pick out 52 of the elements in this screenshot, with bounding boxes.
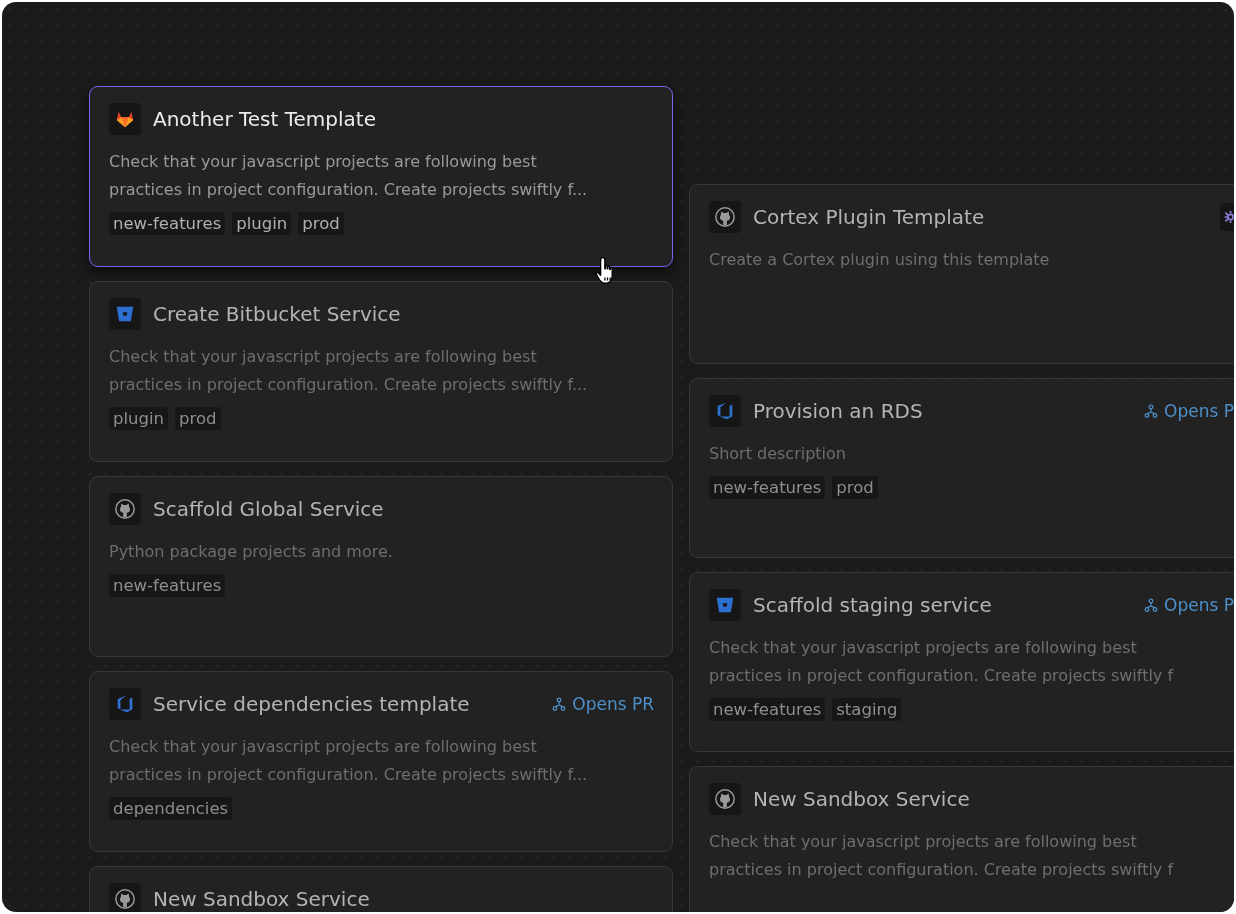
tag-chip: new-features: [109, 574, 226, 597]
template-description: Check that your javascript projects are following best practices in project configuration. Create projects swiftly f...: [109, 151, 589, 201]
template-title: New Sandbox Service: [753, 788, 971, 810]
template-description: Create a Cortex plugin using this template: [709, 249, 1051, 271]
bucket-icon: [109, 298, 141, 330]
template-card[interactable]: Scaffold staging service Opens P Check that your javascript projects are following best practices in project configuration. Create projects swiftly f new-features staging: [689, 572, 1234, 752]
template-card[interactable]: Provision an RDS Opens P Short description new-features prod: [689, 378, 1234, 558]
template-card[interactable]: Scaffold Global Service Python package projects and more. new-features: [89, 476, 673, 657]
fox-icon: [109, 103, 141, 135]
tag-chip: new-features: [709, 698, 826, 721]
template-title: Scaffold staging service: [753, 594, 993, 616]
branch-icon: [1144, 404, 1159, 418]
cat-icon: [109, 493, 141, 525]
opens-pr-label: Opens P: [1144, 401, 1234, 421]
template-title: Cortex Plugin Template: [753, 206, 986, 228]
template-title: Another Test Template: [153, 108, 377, 130]
template-card[interactable]: Cortex Plugin Template Create a Cortex plugin using this template: [689, 184, 1234, 364]
tag-chip: new-features: [709, 476, 826, 499]
branch-icon: [1144, 598, 1159, 612]
template-card[interactable]: New Sandbox Service Check that your javascript projects are following best practices in project configuration. Create projects swiftly f: [689, 766, 1234, 912]
tag-chip: staging: [832, 698, 902, 721]
devops-icon: [109, 688, 141, 720]
tag-chip: prod: [175, 407, 221, 430]
tag-chip: prod: [832, 476, 878, 499]
cat-icon: [109, 883, 141, 912]
tag-chip: prod: [298, 212, 344, 235]
template-card[interactable]: Another Test Template Check that your javascript projects are following best practices in project configuration. Create projects swiftly f... new-features plugin prod: [89, 86, 673, 267]
tag-chip: dependencies: [109, 797, 233, 820]
tag-chip: plugin: [109, 407, 169, 430]
template-card[interactable]: Service dependencies template Opens PR Check that your javascript projects are following best practices in project configuration. Create projects swiftly f... dependencies: [89, 671, 673, 852]
template-title: Service dependencies template: [153, 693, 471, 715]
template-description: Python package projects and more.: [109, 541, 394, 563]
bucket-icon: [709, 589, 741, 621]
cat-icon: [709, 783, 741, 815]
devops-icon: [709, 395, 741, 427]
template-card[interactable]: Create Bitbucket Service Check that your javascript projects are following best practices in project configuration. Create projects swiftly f... plugin prod: [89, 281, 673, 462]
cat-icon: [709, 201, 741, 233]
template-title: Provision an RDS: [753, 400, 924, 422]
template-title: Scaffold Global Service: [153, 498, 385, 520]
template-description: Check that your javascript projects are following best practices in project configuration. Create projects swiftly f: [709, 637, 1175, 687]
tag-chip: new-features: [109, 212, 226, 235]
template-description: Short description: [709, 443, 847, 465]
template-description: Check that your javascript projects are following best practices in project configuration. Create projects swiftly f...: [109, 736, 589, 786]
template-description: Check that your javascript projects are following best practices in project configuration. Create projects swiftly f: [709, 831, 1175, 881]
template-card[interactable]: New Sandbox Service: [89, 866, 673, 912]
branch-icon: [552, 697, 567, 711]
template-description: Check that your javascript projects are following best practices in project configuration. Create projects swiftly f...: [109, 346, 589, 396]
tag-chip: plugin: [232, 212, 292, 235]
opens-pr-label: Opens PR: [552, 694, 654, 714]
template-title: Create Bitbucket Service: [153, 303, 402, 325]
template-title: New Sandbox Service: [153, 888, 371, 910]
opens-pr-label: Opens P: [1144, 595, 1234, 615]
